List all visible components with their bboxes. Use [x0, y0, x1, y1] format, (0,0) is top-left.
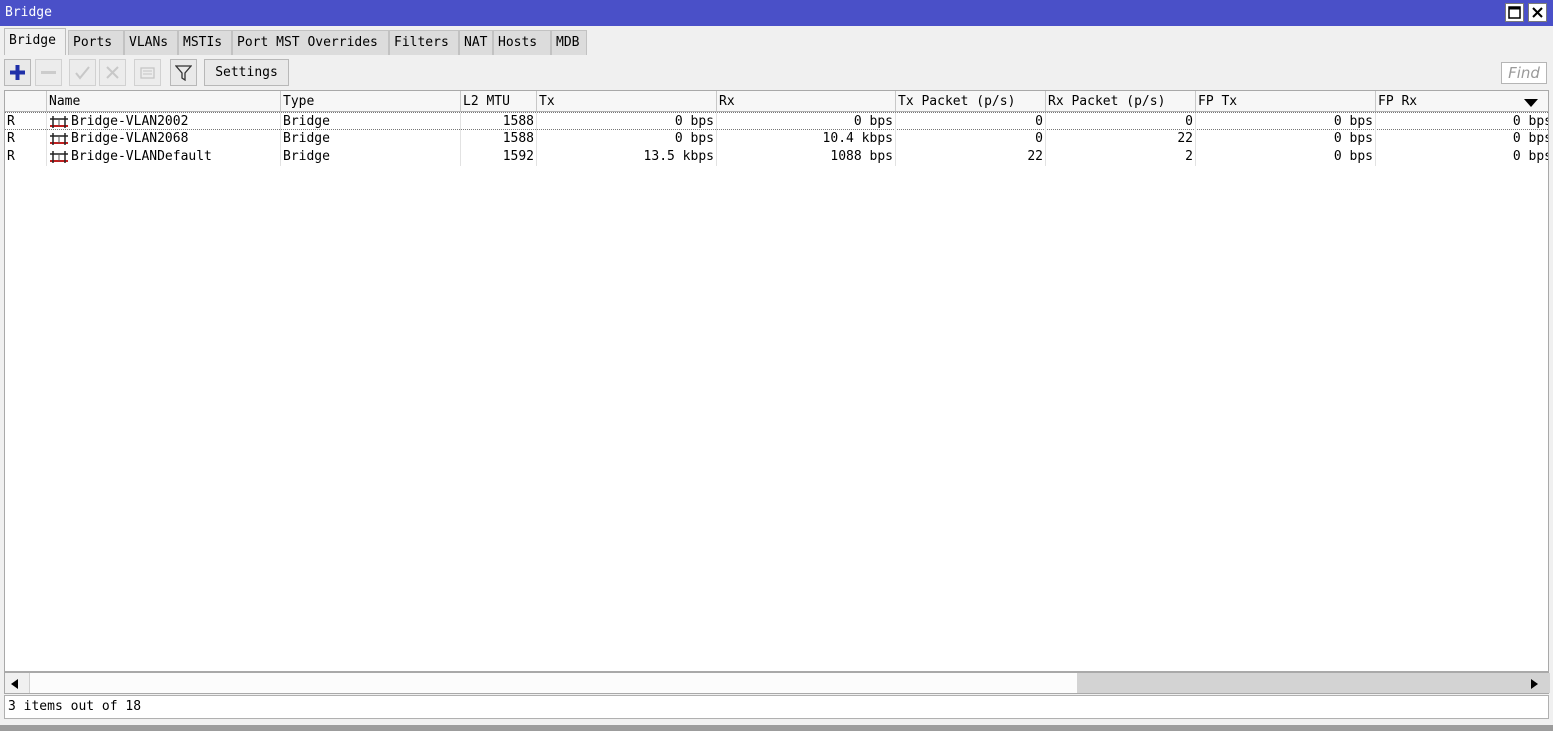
cell-name: Bridge-VLAN2002 — [47, 113, 281, 131]
scroll-track[interactable] — [29, 673, 1550, 693]
cell-l2-mtu: 1588 — [461, 130, 537, 148]
column-header-fp-tx[interactable]: FP Tx — [1196, 91, 1376, 111]
cell-flag: R — [5, 130, 47, 148]
enable-button[interactable] — [69, 59, 96, 86]
cell-rx-packet: 2 — [1046, 148, 1196, 166]
scroll-left-button[interactable] — [8, 677, 28, 691]
column-header-name-label: Name — [49, 94, 81, 109]
cell-name: Bridge-VLAN2068 — [47, 130, 281, 148]
cell-fp-tx: 0 bps — [1196, 130, 1376, 148]
table-row[interactable]: R Bridge-VLANDefault Bridge 1592 13.5 kbps 10… — [5, 148, 1548, 166]
arrow-right-icon — [1527, 679, 1541, 695]
cell-tx: 0 bps — [537, 130, 717, 148]
tab-ports[interactable]: Ports — [68, 30, 124, 55]
close-icon — [1529, 4, 1546, 21]
cell-name: Bridge-VLANDefault — [47, 148, 281, 166]
cell-rx-packet: 0 — [1046, 113, 1196, 131]
scroll-thumb[interactable] — [1077, 673, 1550, 693]
cell-fp-rx: 0 bps — [1376, 148, 1548, 166]
minus-icon — [36, 64, 61, 81]
tab-mstis[interactable]: MSTIs — [178, 30, 232, 55]
table-row[interactable]: R Bridge-VLAN2068 Bridge 1588 0 bps 10.4 kbps… — [5, 130, 1548, 148]
column-header-name[interactable]: Name / — [47, 91, 281, 111]
bridge-name: Bridge-VLAN2002 — [71, 114, 189, 129]
cell-fp-rx: 0 bps — [1376, 113, 1548, 131]
chevron-down-icon — [1524, 97, 1538, 112]
window-title-bar: Bridge — [0, 0, 1553, 26]
cell-rx: 10.4 kbps — [717, 130, 896, 148]
column-header-rx[interactable]: Rx — [717, 91, 896, 111]
items-count-text: 3 items out of 18 — [8, 699, 142, 714]
cell-type: Bridge — [281, 113, 461, 131]
filter-icon — [171, 64, 196, 81]
horizontal-scrollbar[interactable] — [4, 672, 1550, 694]
plus-icon — [5, 64, 30, 81]
bridge-name: Bridge-VLAN2068 — [71, 131, 189, 146]
filter-button[interactable] — [170, 59, 197, 86]
check-icon — [70, 64, 95, 81]
cell-l2-mtu: 1592 — [461, 148, 537, 166]
table-header: Name / Type L2 MTU Tx Rx Tx Packet (p/s)… — [5, 91, 1548, 112]
cell-flag: R — [5, 148, 47, 166]
add-button[interactable] — [4, 59, 31, 86]
comment-icon — [135, 64, 160, 81]
bridge-name: Bridge-VLANDefault — [71, 149, 212, 164]
cell-tx: 13.5 kbps — [537, 148, 717, 166]
bridge-icon — [49, 151, 69, 166]
cell-flag: R — [5, 113, 47, 131]
cell-fp-tx: 0 bps — [1196, 148, 1376, 166]
cell-fp-tx: 0 bps — [1196, 113, 1376, 131]
cell-tx-packet: 22 — [896, 148, 1046, 166]
column-header-flags[interactable] — [5, 91, 47, 111]
settings-button[interactable]: Settings — [204, 59, 289, 86]
disable-button[interactable] — [99, 59, 126, 86]
cell-tx: 0 bps — [537, 113, 717, 131]
arrow-left-icon — [8, 679, 22, 695]
maximize-icon — [1506, 4, 1523, 21]
column-header-tx-packet[interactable]: Tx Packet (p/s) — [896, 91, 1046, 111]
column-header-rx-packet[interactable]: Rx Packet (p/s) — [1046, 91, 1196, 111]
cell-type: Bridge — [281, 130, 461, 148]
column-header-type[interactable]: Type — [281, 91, 461, 111]
cell-type: Bridge — [281, 148, 461, 166]
tab-mdb[interactable]: MDB — [551, 30, 587, 55]
x-icon — [100, 64, 125, 81]
scroll-right-button[interactable] — [1527, 677, 1547, 691]
column-header-l2-mtu[interactable]: L2 MTU — [461, 91, 537, 111]
window-bottom-edge — [0, 725, 1553, 731]
tab-nat[interactable]: NAT — [459, 30, 493, 55]
cell-tx-packet: 0 — [896, 130, 1046, 148]
close-button[interactable] — [1528, 3, 1547, 22]
toolbar: Settings — [0, 56, 1553, 90]
column-header-tx[interactable]: Tx — [537, 91, 717, 111]
tab-port-mst-overrides[interactable]: Port MST Overrides — [232, 30, 389, 55]
cell-tx-packet: 0 — [896, 113, 1046, 131]
find-input[interactable]: Find — [1501, 62, 1547, 84]
cell-rx: 1088 bps — [717, 148, 896, 166]
cell-rx-packet: 22 — [1046, 130, 1196, 148]
status-bar: 3 items out of 18 — [4, 695, 1549, 719]
remove-button[interactable] — [35, 59, 62, 86]
tab-filters[interactable]: Filters — [389, 30, 459, 55]
tab-vlans[interactable]: VLANs — [124, 30, 178, 55]
cell-fp-rx: 0 bps — [1376, 130, 1548, 148]
tab-hosts[interactable]: Hosts — [493, 30, 551, 55]
tab-bridge[interactable]: Bridge — [4, 28, 66, 55]
bridge-icon — [49, 133, 69, 148]
maximize-button[interactable] — [1505, 3, 1524, 22]
table-row[interactable]: R Bridge-VLAN2002 Bridge 1588 0 bps 0 bps 0 0 0 … — [5, 112, 1548, 131]
comment-button[interactable] — [134, 59, 161, 86]
cell-l2-mtu: 1588 — [461, 113, 537, 131]
window-title: Bridge — [5, 5, 52, 20]
bridge-icon — [49, 116, 69, 131]
cell-rx: 0 bps — [717, 113, 896, 131]
bridge-table: Name / Type L2 MTU Tx Rx Tx Packet (p/s)… — [4, 90, 1549, 672]
column-menu-button[interactable] — [1524, 97, 1538, 112]
